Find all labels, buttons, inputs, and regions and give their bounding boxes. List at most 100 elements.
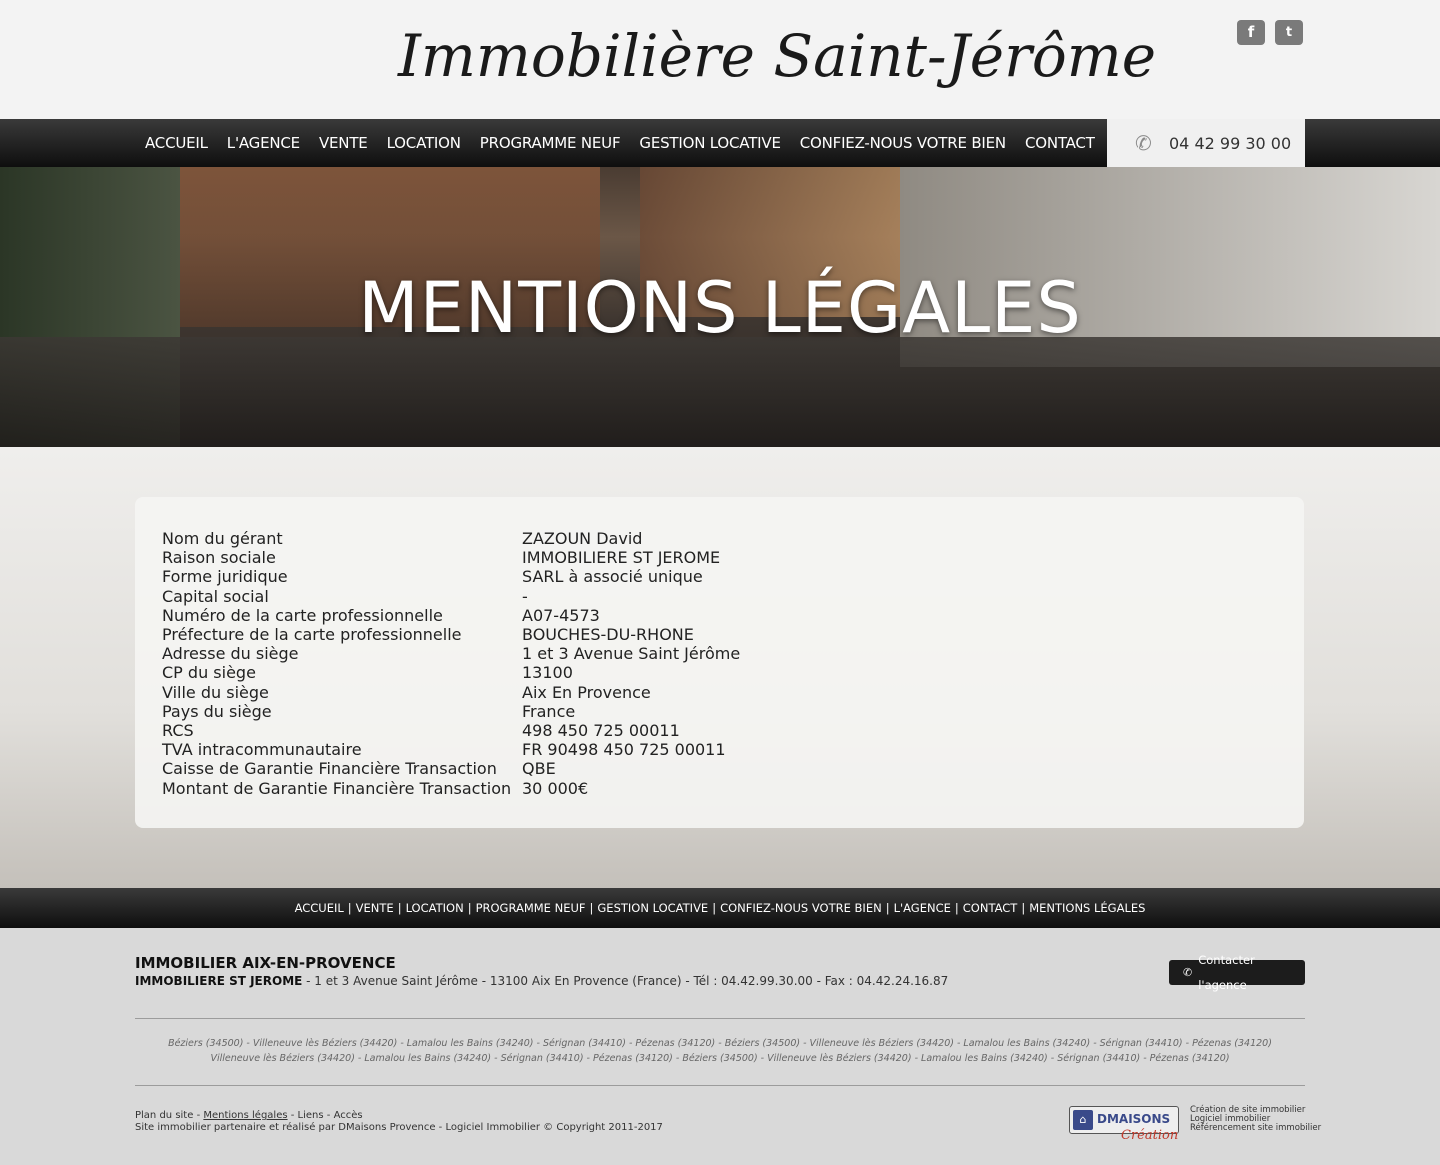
cities-line[interactable]: Villeneuve lès Béziers (34420) - Lamalou… [135,1051,1305,1066]
legal-value: Aix En Provence [522,682,651,702]
footer-nav-item[interactable]: MENTIONS LÉGALES [1029,901,1145,915]
contact-agency-button[interactable]: ✆ Contacter l'agence [1169,953,1305,992]
footer-nav-separator: | [712,901,717,915]
footer-nav-separator: | [347,901,352,915]
footer-nav-separator: | [589,901,594,915]
access-link[interactable]: Accès [334,1110,363,1121]
legal-value: SARL à associé unique [522,567,703,587]
legal-row: CP du siège 13100 [162,663,740,682]
footer-nav-item[interactable]: LOCATION [406,901,464,915]
legal-label: Numéro de la carte professionnelle [162,605,443,625]
footer-nav-separator: | [1021,901,1026,915]
links-link[interactable]: Liens [298,1110,324,1121]
nav-item[interactable]: VENTE [319,134,368,152]
phone-icon: ✆ [1135,131,1152,155]
legal-mentions-link[interactable]: Mentions légales [203,1110,287,1121]
legal-value: A07-4573 [522,605,600,625]
legal-label: Caisse de Garantie Financière Transactio… [162,759,497,779]
sitemap-link[interactable]: Plan du site [135,1110,193,1121]
legal-label: Préfecture de la carte professionnelle [162,625,462,645]
footer-nav-item[interactable]: PROGRAMME NEUF [476,901,586,915]
nav-item[interactable]: PROGRAMME NEUF [480,134,621,152]
hero-banner: MENTIONS LÉGALES [0,167,1440,447]
footer-address-text: - 1 et 3 Avenue Saint Jérôme - 13100 Aix… [302,974,949,988]
nav-items: ACCUEIL L'AGENCE VENTE LOCATION PROGRAMME NE… [145,119,1114,167]
legal-value: FR 90498 450 725 00011 [522,740,726,760]
legal-value: 30 000€ [522,778,589,798]
nav-item[interactable]: CONTACT [1025,134,1095,152]
phone-box[interactable]: ✆ 04 42 99 30 00 [1107,119,1305,167]
divider [135,1085,1305,1086]
link-separator: - [193,1110,204,1121]
footer-nav-separator: | [397,901,402,915]
nav-item[interactable]: CONFIEZ-NOUS VOTRE BIEN [800,134,1006,152]
legal-row: Raison sociale IMMOBILIERE ST JEROME [162,548,740,567]
divider [135,1018,1305,1019]
footer-title: IMMOBILIER AIX-EN-PROVENCE [135,954,396,972]
legal-value: QBE [522,759,556,779]
legal-row: Pays du siège France [162,702,740,721]
nav-item[interactable]: L'AGENCE [227,134,300,152]
site-logo[interactable]: Immobilière Saint-Jérôme [398,22,1156,90]
legal-label: Montant de Garantie Financière Transacti… [162,778,512,798]
facebook-icon[interactable]: f [1237,20,1265,45]
legal-table: Nom du gérant ZAZOUN David Raison sociale I… [162,529,740,798]
legal-label: Forme juridique [162,567,288,587]
house-icon: ⌂ [1073,1110,1093,1130]
dmaisons-logo[interactable]: ⌂ DMAISONS Création [1069,1106,1179,1146]
legal-row: Montant de Garantie Financière Transacti… [162,779,740,798]
footer-nav-item[interactable]: CONTACT [963,901,1018,915]
legal-label: Ville du siège [162,682,269,702]
legal-value: France [522,701,576,721]
dmaisons-service[interactable]: Référencement site immobilier [1190,1124,1321,1133]
legal-label: Nom du gérant [162,529,283,548]
legal-label: TVA intracommunautaire [162,740,362,760]
legal-label: Capital social [162,586,269,606]
footer-nav: ACCUEIL | VENTE | LOCATION | PROGRAMME NEUF | GE… [0,888,1440,928]
legal-row: TVA intracommunautaire FR 90498 450 725 0… [162,740,740,759]
nav-item[interactable]: GESTION LOCATIVE [639,134,781,152]
cities-line[interactable]: Béziers (34500) - Villeneuve lès Béziers… [135,1036,1305,1051]
legal-label: Raison sociale [162,548,276,568]
legal-label: RCS [162,721,194,741]
legal-value: IMMOBILIERE ST JEROME [522,548,721,568]
link-separator: - [287,1110,298,1121]
legal-value: 13100 [522,663,573,683]
footer-address: IMMOBILIERE ST JEROME - 1 et 3 Avenue Sa… [135,974,948,988]
nav-item[interactable]: ACCUEIL [145,134,208,152]
dmaisons-name: DMAISONS [1097,1112,1171,1126]
legal-row: Adresse du siège 1 et 3 Avenue Saint Jérô… [162,644,740,663]
phone-number[interactable]: 04 42 99 30 00 [1169,134,1291,153]
footer-nav-item[interactable]: L'AGENCE [894,901,951,915]
legal-label: Adresse du siège [162,644,299,664]
nav-item[interactable]: LOCATION [387,134,461,152]
footer-nav-item[interactable]: ACCUEIL [295,901,344,915]
link-separator: - [323,1110,334,1121]
legal-value: ZAZOUN David [522,529,643,548]
dmaisons-services: Création de site immobilier Logiciel imm… [1190,1106,1321,1133]
legal-row: Nom du gérant ZAZOUN David [162,529,740,548]
footer-nav-item[interactable]: GESTION LOCATIVE [597,901,708,915]
footer-nav-item[interactable]: VENTE [356,901,394,915]
site-header: Immobilière Saint-Jérôme f t [0,0,1440,119]
legal-label: Pays du siège [162,701,272,721]
legal-value: BOUCHES-DU-RHONE [522,625,694,645]
legal-row: RCS 498 450 725 00011 [162,721,740,740]
phone-icon: ✆ [1183,966,1193,979]
legal-row: Préfecture de la carte professionnelle BO… [162,625,740,644]
footer-nav-item[interactable]: CONFIEZ-NOUS VOTRE BIEN [720,901,882,915]
footer-links: Plan du site - Mentions légales - Liens … [135,1110,363,1122]
footer-credit: Site immobilier partenaire et réalisé pa… [135,1122,663,1133]
legal-value: - [522,586,528,606]
legal-row: Capital social - [162,587,740,606]
contact-agency-label: Contacter l'agence [1198,952,1255,992]
site-footer: IMMOBILIER AIX-EN-PROVENCE IMMOBILIERE S… [0,928,1440,1165]
legal-label: CP du siège [162,663,256,683]
legal-row: Ville du siège Aix En Provence [162,683,740,702]
cities-list: Béziers (34500) - Villeneuve lès Béziers… [135,1036,1305,1066]
dmaisons-sub: Création [1121,1128,1179,1143]
legal-value: 498 450 725 00011 [522,721,680,741]
twitter-icon[interactable]: t [1275,20,1303,45]
legal-row: Numéro de la carte professionnelle A07-45… [162,606,740,625]
footer-company: IMMOBILIERE ST JEROME [135,974,303,988]
